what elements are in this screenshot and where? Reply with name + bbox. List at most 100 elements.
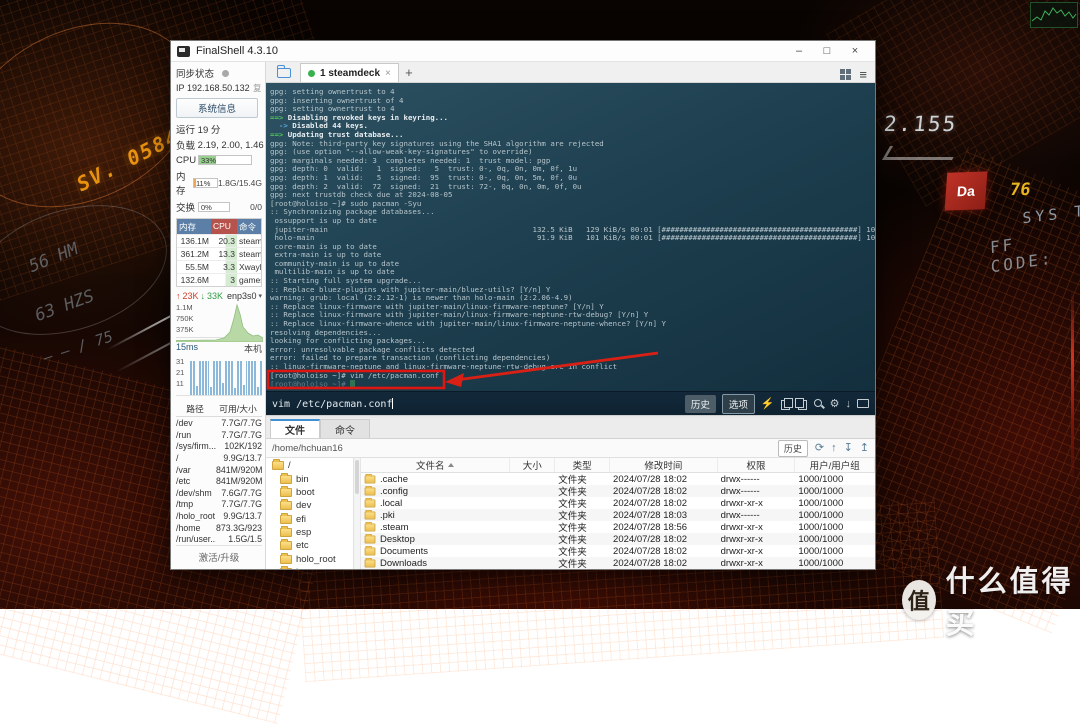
- maximize-button[interactable]: □: [813, 42, 841, 61]
- folder-icon: [365, 487, 376, 495]
- download-file-icon[interactable]: ↧: [844, 442, 853, 454]
- up-directory-icon[interactable]: ↑: [831, 442, 837, 454]
- disk-header-size[interactable]: 可用/大小: [214, 402, 262, 415]
- open-connection-button[interactable]: [272, 64, 296, 81]
- tree-item-home[interactable]: home: [266, 566, 353, 569]
- file-row[interactable]: .pki文件夹2024/07/28 18:03drwx------1000/10…: [361, 509, 875, 521]
- folder-icon: [280, 475, 292, 484]
- minimize-button[interactable]: –: [785, 42, 813, 61]
- file-row[interactable]: .cache文件夹2024/07/28 18:02drwx------1000/…: [361, 473, 875, 485]
- download-icon[interactable]: ↓: [846, 398, 852, 410]
- tree-item-label: home: [296, 567, 320, 569]
- file-column-header[interactable]: 大小: [510, 458, 555, 472]
- swap-label: 交换: [176, 200, 198, 214]
- disk-row[interactable]: /var841M/920M: [176, 464, 262, 476]
- disk-table[interactable]: 路径 可用/大小 /dev7.7G/7.7G/run7.7G/7.7G/sys/…: [176, 401, 262, 545]
- search-icon[interactable]: [813, 398, 824, 409]
- copy-ip-link[interactable]: 复制: [253, 82, 262, 94]
- disk-row[interactable]: /dev/shm7.6G/7.7G: [176, 487, 262, 499]
- folder-icon: [365, 523, 376, 531]
- options-button[interactable]: 选项: [722, 394, 755, 414]
- process-header-memory[interactable]: 内存: [177, 219, 211, 234]
- process-header-cpu[interactable]: CPU: [211, 219, 237, 234]
- disk-row[interactable]: /sys/firm...102K/192: [176, 441, 262, 453]
- tree-scrollbar[interactable]: [354, 458, 361, 569]
- file-row[interactable]: .config文件夹2024/07/28 18:02drwx------1000…: [361, 485, 875, 497]
- monitor-icon[interactable]: [857, 399, 869, 408]
- disk-row[interactable]: /tmp7.7G/7.7G: [176, 499, 262, 511]
- settings-gear-icon[interactable]: ⚙: [830, 398, 840, 410]
- file-row[interactable]: Documents文件夹2024/07/28 18:02drwxr-xr-x10…: [361, 545, 875, 557]
- quick-command-icon[interactable]: ⚡: [761, 398, 775, 410]
- disk-row[interactable]: /home873.3G/923.2: [176, 522, 262, 534]
- file-column-header[interactable]: 修改时间: [610, 458, 718, 472]
- process-header-command[interactable]: 命令: [237, 219, 261, 234]
- ping-tick: 21: [176, 367, 184, 378]
- copy-icon[interactable]: [781, 398, 791, 409]
- tab-commands[interactable]: 命令: [320, 419, 370, 438]
- upload-file-icon[interactable]: ↥: [860, 442, 869, 454]
- disk-row[interactable]: /dev7.7G/7.7G: [176, 417, 262, 429]
- disk-row[interactable]: /run/user...1.5G/1.5: [176, 533, 262, 545]
- file-row[interactable]: Desktop文件夹2024/07/28 18:02drwxr-xr-x1000…: [361, 533, 875, 545]
- close-button[interactable]: ×: [841, 42, 869, 61]
- new-tab-button[interactable]: +: [399, 63, 419, 82]
- folder-icon: [280, 568, 292, 569]
- refresh-icon[interactable]: ⟳: [815, 442, 824, 454]
- file-row[interactable]: .local文件夹2024/07/28 18:02drwxr-xr-x1000/…: [361, 497, 875, 509]
- command-input[interactable]: vim /etc/pacman.conf: [272, 398, 679, 410]
- layout-grid-icon[interactable]: [840, 69, 851, 80]
- folder-icon: [365, 511, 376, 519]
- tree-item-bin[interactable]: bin: [266, 472, 353, 485]
- file-column-header[interactable]: 文件名: [361, 458, 510, 472]
- disk-header-path[interactable]: 路径: [176, 402, 214, 415]
- directory-tree[interactable]: /binbootdevefiespetcholo_roothome: [266, 458, 354, 569]
- window-titlebar[interactable]: FinalShell 4.3.10 – □ ×: [171, 41, 875, 62]
- file-row[interactable]: Downloads文件夹2024/07/28 18:02drwxr-xr-x10…: [361, 557, 875, 569]
- tab-close-icon[interactable]: ×: [385, 68, 391, 79]
- tab-files[interactable]: 文件: [270, 419, 320, 438]
- file-column-header[interactable]: 类型: [555, 458, 610, 472]
- process-row[interactable]: 361.2M13.3steamwe: [177, 247, 261, 260]
- folder-icon: [365, 559, 376, 567]
- ping-host-label[interactable]: 本机: [244, 342, 262, 355]
- hud-badge-value: 76: [1009, 180, 1032, 200]
- terminal-line: [root@holoiso ~]# vim /etc/pacman.conf: [270, 372, 875, 381]
- activate-upgrade-link[interactable]: 激活/升级: [176, 545, 262, 569]
- path-history-button[interactable]: 历史: [778, 440, 808, 457]
- process-row[interactable]: 136.1M20.3steamwe: [177, 234, 261, 247]
- process-table[interactable]: 内存 CPU 命令 136.1M20.3steamwe361.2M13.3ste…: [176, 218, 262, 287]
- smzdm-watermark: 值 什么值得买: [902, 558, 1080, 642]
- hud-bracket: [882, 146, 960, 160]
- current-path[interactable]: /home/hchuan16: [272, 443, 771, 454]
- tree-item-esp[interactable]: esp: [266, 526, 353, 539]
- tree-item-root[interactable]: /: [266, 459, 353, 472]
- system-info-button[interactable]: 系统信息: [176, 98, 258, 118]
- session-tab-steamdeck[interactable]: 1 steamdeck ×: [300, 63, 399, 82]
- process-row[interactable]: 55.5M3.3Xwaylan: [177, 260, 261, 273]
- net-tick: 375K: [176, 324, 194, 335]
- cpu-usage-bar: 33%: [198, 155, 252, 165]
- network-interface-select[interactable]: enp3s0: [227, 291, 257, 301]
- net-tick: 1.1M: [176, 302, 194, 313]
- file-row[interactable]: .steam文件夹2024/07/28 18:56drwxr-xr-x1000/…: [361, 521, 875, 533]
- disk-row[interactable]: /holo_root9.9G/13.7: [176, 510, 262, 522]
- file-column-header[interactable]: 权限: [718, 458, 796, 472]
- disk-row[interactable]: /run7.7G/7.7G: [176, 429, 262, 441]
- tree-item-etc[interactable]: etc: [266, 539, 353, 552]
- disk-row[interactable]: /etc841M/920M: [176, 475, 262, 487]
- smzdm-brand-text: 什么值得买: [946, 558, 1080, 642]
- file-column-header[interactable]: 用户/用户组: [795, 458, 875, 472]
- paste-icon[interactable]: [797, 398, 807, 409]
- process-row[interactable]: 132.6M3gamesco: [177, 273, 261, 286]
- tree-item-holo_root[interactable]: holo_root: [266, 553, 353, 566]
- history-button[interactable]: 历史: [685, 395, 716, 413]
- upload-rate: 23K: [183, 291, 199, 301]
- tree-item-efi[interactable]: efi: [266, 513, 353, 526]
- tree-item-dev[interactable]: dev: [266, 499, 353, 512]
- app-icon: [177, 46, 190, 57]
- menu-icon[interactable]: ≡: [859, 69, 867, 80]
- disk-row[interactable]: /9.9G/13.7: [176, 452, 262, 464]
- tree-item-boot[interactable]: boot: [266, 486, 353, 499]
- terminal-view[interactable]: gpg: setting ownertrust to 4gpg: inserti…: [266, 83, 875, 391]
